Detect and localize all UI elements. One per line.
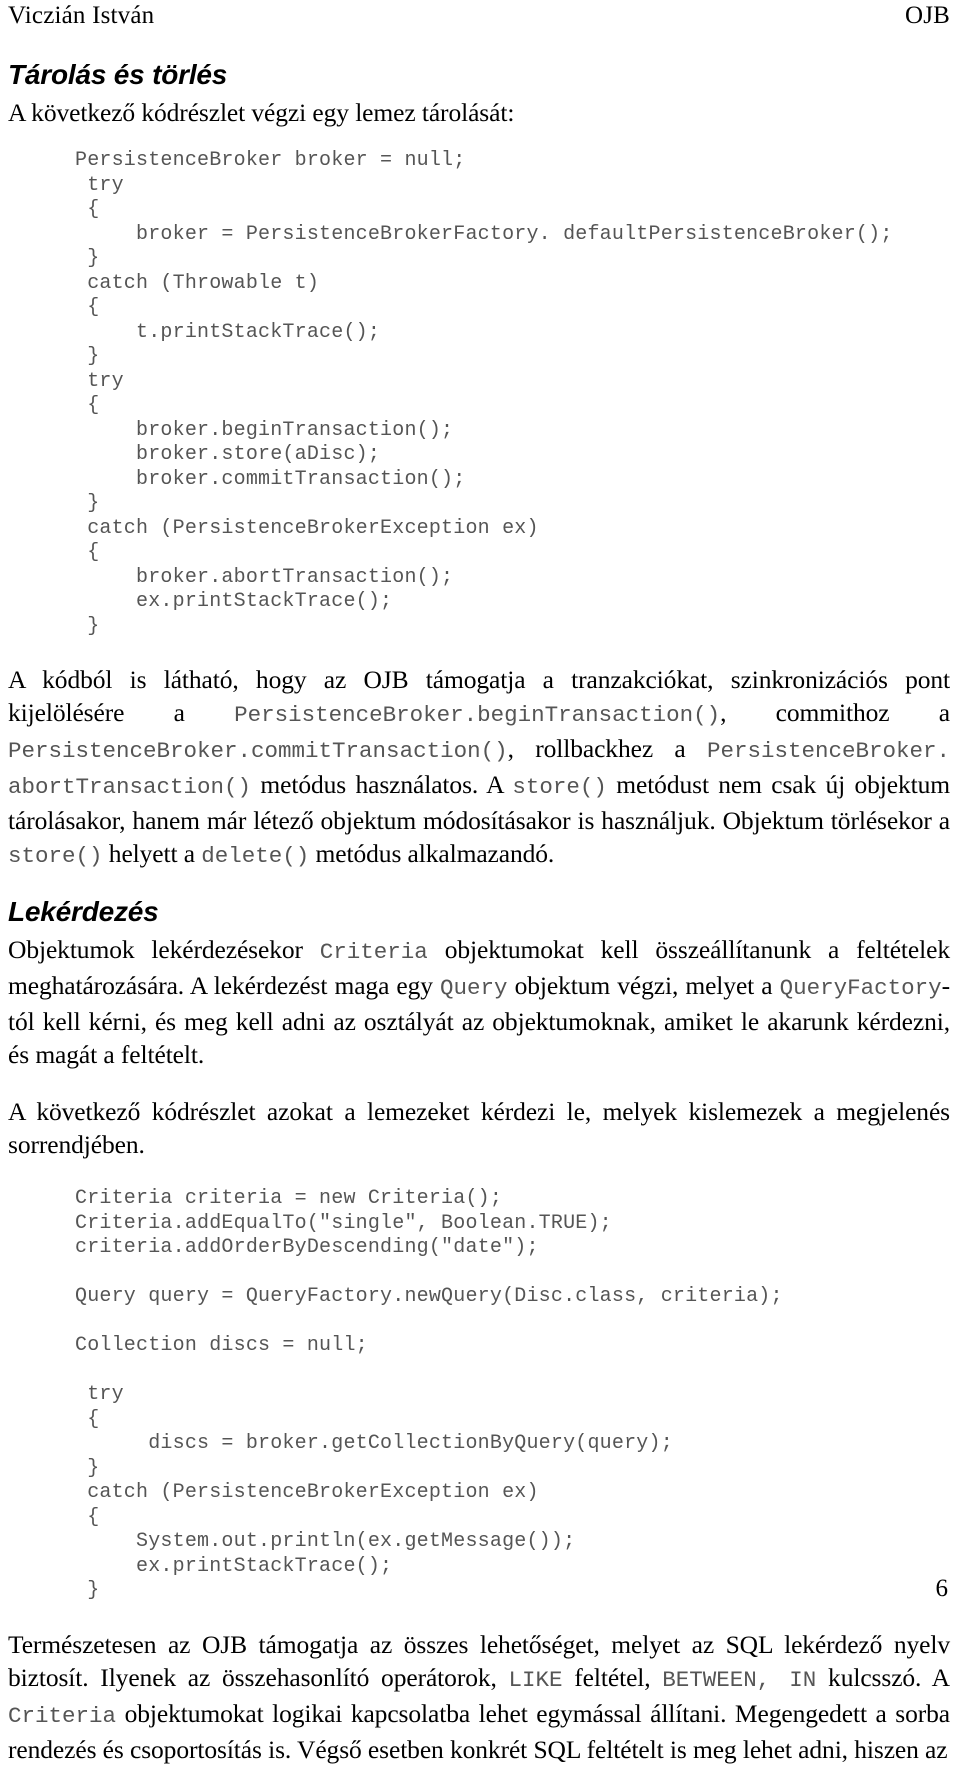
text-run: kulcsszó. A bbox=[816, 1662, 950, 1692]
text-run: helyett a bbox=[102, 839, 202, 868]
text-run: metódus alkalmazandó. bbox=[309, 839, 555, 868]
header-author: Viczián István bbox=[8, 2, 155, 29]
page-number: 6 bbox=[935, 1575, 949, 1602]
inline-code-query-factory: QueryFactory bbox=[779, 975, 942, 1001]
inline-code-between-in: BETWEEN, IN bbox=[662, 1666, 817, 1693]
closing-paragraph: Természetesen az OJB támogatja az összes… bbox=[8, 1628, 950, 1766]
inline-code-criteria-2: Criteria bbox=[8, 1702, 117, 1729]
inline-code-begin-transaction: PersistenceBroker.beginTransaction() bbox=[234, 702, 721, 728]
text-run: objektumokat logikai kapcsolatba lehet e… bbox=[8, 1698, 950, 1764]
document-page: Viczián István OJB Tárolás és törlés A k… bbox=[0, 0, 960, 1764]
inline-code-query: Query bbox=[440, 975, 508, 1001]
document-content: Tárolás és törlés A következő kódrészlet… bbox=[8, 58, 950, 1766]
text-run: , rollbackhez a bbox=[507, 734, 707, 763]
text-run: metódus használatos. A bbox=[251, 770, 513, 799]
text-run: objektum végzi, melyet a bbox=[507, 971, 780, 1000]
query-lead-paragraph: A következő kódrészlet azokat a lemezeke… bbox=[8, 1097, 950, 1159]
text-run: Objektumok lekérdezésekor bbox=[8, 935, 320, 964]
text-run: feltétel, bbox=[562, 1662, 663, 1692]
inline-code-delete: delete() bbox=[201, 843, 310, 869]
header-document-title: OJB bbox=[904, 2, 950, 29]
code-block-query: Criteria criteria = new Criteria(); Crit… bbox=[75, 1187, 783, 1602]
inline-code-commit-transaction: PersistenceBroker.commitTransaction() bbox=[8, 738, 508, 764]
inline-code-like: LIKE bbox=[508, 1666, 563, 1693]
inline-code-criteria-1: Criteria bbox=[319, 939, 428, 965]
query-intro-paragraph: Objektumok lekérdezésekor Criteria objek… bbox=[8, 933, 950, 1071]
section-heading-query: Lekérdezés bbox=[8, 896, 159, 927]
section-heading-storage: Tárolás és törlés bbox=[8, 59, 228, 90]
inline-code-store-1: store() bbox=[512, 774, 607, 800]
running-header: Viczián István OJB bbox=[8, 0, 950, 34]
transactions-paragraph: A kódból is látható, hogy az OJB támogat… bbox=[8, 663, 950, 873]
code-block-store: PersistenceBroker broker = null; try { b… bbox=[75, 149, 893, 638]
storage-intro-paragraph: A következő kódrészlet végzi egy lemez t… bbox=[8, 98, 515, 127]
text-run: , commithoz a bbox=[720, 698, 950, 727]
inline-code-store-2: store() bbox=[8, 843, 103, 869]
